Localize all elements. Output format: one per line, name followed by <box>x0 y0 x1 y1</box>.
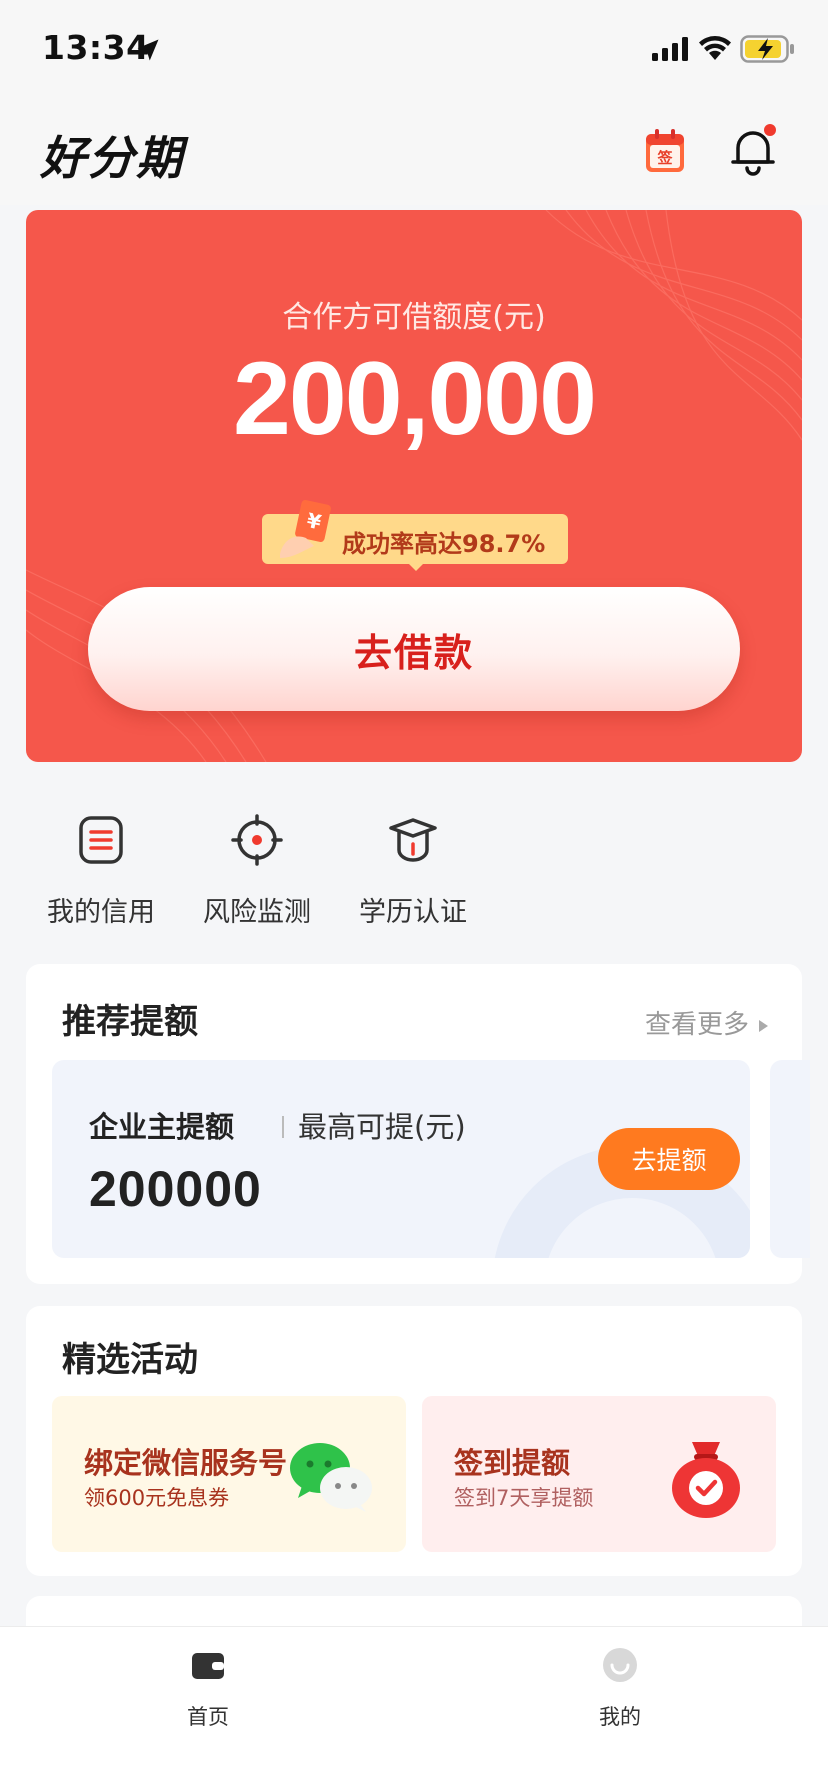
location-arrow-icon <box>137 39 159 61</box>
activity-title: 签到提额 <box>454 1446 571 1480</box>
cellular-signal-icon <box>652 37 688 61</box>
limit-item-name: 企业主提额 <box>89 1110 235 1144</box>
notification-bell-icon[interactable] <box>728 122 778 176</box>
shortcut-row: 我的信用 风险监测 学历认证 <box>26 800 506 930</box>
success-rate-badge: ¥ 成功率高达98.7% <box>262 500 568 571</box>
tab-home[interactable]: 首页 <box>148 1645 268 1735</box>
shortcut-label: 风险监测 <box>203 897 311 928</box>
shortcut-label: 我的信用 <box>47 897 155 928</box>
enterprise-limit-item[interactable]: 企业主提额 最高可提(元) 200000 去提额 <box>52 1060 750 1258</box>
coupon-hand-icon: ¥ <box>280 500 331 558</box>
tab-me[interactable]: 我的 <box>560 1645 680 1735</box>
target-icon <box>231 814 283 866</box>
app-logo: 好分期 <box>40 131 184 185</box>
shortcut-risk-monitor[interactable]: 风险监测 <box>182 800 332 930</box>
activity-subtitle: 领600元免息券 <box>84 1486 230 1510</box>
check-in-calendar-icon[interactable]: 签 <box>644 128 686 174</box>
status-bar: 13:34 <box>0 0 828 100</box>
battery-charging-icon <box>740 35 794 63</box>
recommend-limit-card: 推荐提额 查看更多 企业主提额 最高可提(元) 200000 去提额 <box>26 964 810 1284</box>
credit-limit-label: 合作方可借额度(元) <box>282 300 546 335</box>
app-header: 好分期 签 <box>0 100 828 205</box>
recommend-title: 推荐提额 <box>62 1002 198 1042</box>
activity-check-in[interactable]: 签到提额 签到7天享提额 <box>422 1396 776 1552</box>
credit-limit-card: 合作方可借额度(元) 200,000 ¥ 成功率高达98.7% 去借款 <box>26 210 802 762</box>
badge-pointer <box>409 564 423 571</box>
shortcut-label: 学历认证 <box>359 897 467 928</box>
wifi-icon <box>699 36 731 60</box>
activity-subtitle: 签到7天享提额 <box>454 1486 594 1510</box>
wallet-icon <box>192 1653 224 1679</box>
view-more-link[interactable]: 查看更多 <box>645 1004 768 1041</box>
credit-limit-amount: 200,000 <box>233 341 597 457</box>
limit-item-sub: 最高可提(元) <box>298 1110 466 1144</box>
tab-label: 我的 <box>599 1705 641 1729</box>
limit-divider <box>282 1116 284 1138</box>
borrow-button[interactable]: 去借款 <box>88 587 740 711</box>
activities-title: 精选活动 <box>62 1340 198 1380</box>
bottom-tab-bar: 首页 我的 <box>0 1626 828 1792</box>
wechat-icon <box>290 1443 372 1512</box>
success-rate-text: 成功率高达98.7% <box>342 530 546 558</box>
shortcut-my-credit[interactable]: 我的信用 <box>26 800 176 930</box>
graduation-cap-icon <box>389 818 437 862</box>
lucky-bag-icon <box>672 1442 740 1518</box>
raise-limit-button[interactable]: 去提额 <box>598 1128 740 1190</box>
activities-card: 精选活动 绑定微信服务号 领600元免息券 签到提额 签到7天享提额 <box>26 1306 802 1576</box>
credit-icon <box>79 816 123 864</box>
limit-item-value: 200000 <box>89 1161 262 1217</box>
profile-icon <box>603 1648 637 1682</box>
activity-title: 绑定微信服务号 <box>84 1446 288 1480</box>
shortcut-education-verify[interactable]: 学历认证 <box>338 800 488 930</box>
svg-text:签: 签 <box>656 149 673 167</box>
activity-bind-wechat[interactable]: 绑定微信服务号 领600元免息券 <box>52 1396 406 1552</box>
next-limit-item-peek[interactable] <box>770 1060 810 1258</box>
tab-label: 首页 <box>187 1705 229 1729</box>
